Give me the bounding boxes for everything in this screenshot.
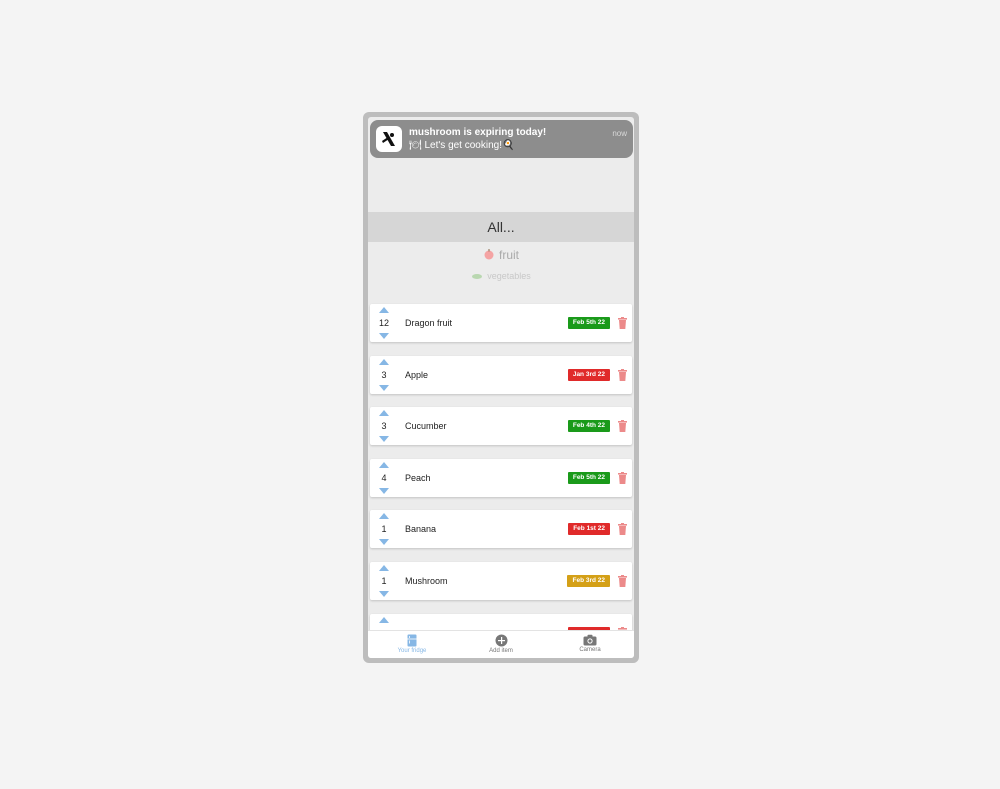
plus-circle-icon	[495, 634, 507, 647]
tab-label: Add item	[489, 648, 513, 654]
camera-icon	[583, 634, 597, 646]
decrement-icon[interactable]	[379, 436, 389, 443]
tab-add-item[interactable]: Add item	[457, 634, 545, 654]
expiry-date-badge: Feb 1st 22	[568, 523, 610, 536]
quantity-value: 3	[381, 369, 387, 380]
list-item[interactable]: 4 Peach Feb 5th 22	[370, 458, 632, 497]
list-item[interactable]: 1 Banana Feb 1st 22	[370, 510, 632, 549]
list-item[interactable]: 3 Apple Jan 3rd 22	[370, 355, 632, 394]
app-logo-icon	[376, 126, 402, 152]
list-item[interactable]: 3 Cucumber Feb 4th 22	[370, 407, 632, 446]
trash-icon[interactable]	[618, 368, 627, 381]
quantity-value: 12	[378, 318, 389, 328]
category-option-label: fruit	[498, 248, 519, 262]
trash-icon[interactable]	[618, 420, 627, 433]
category-option-label: vegetables	[487, 271, 531, 281]
decrement-icon[interactable]	[379, 539, 389, 546]
expiry-date-badge: Feb 5th 22	[567, 471, 610, 484]
increment-icon[interactable]	[379, 513, 389, 520]
expiry-date-badge: Feb 3rd 22	[567, 574, 610, 587]
trash-icon[interactable]	[618, 523, 627, 536]
expiry-date-badge: Feb 4th 22	[567, 420, 610, 433]
tab-label: Your fridge	[397, 648, 427, 654]
notification-title: mushroom is expiring today!	[409, 127, 547, 138]
quantity-stepper[interactable]: 4	[375, 461, 393, 494]
quantity-stepper[interactable]: 3	[375, 358, 393, 391]
category-option-vegetables[interactable]: vegetables	[368, 271, 634, 282]
tab-camera[interactable]: Camera	[546, 634, 634, 653]
tab-label: Camera	[579, 647, 601, 653]
notification-time: now	[612, 129, 627, 138]
fridge-icon	[407, 634, 417, 647]
item-name: Apple	[405, 369, 429, 380]
quantity-value: 4	[381, 472, 387, 483]
item-name: Dragon fruit	[405, 318, 453, 328]
carrot-icon	[471, 272, 483, 282]
quantity-stepper[interactable]: 3	[375, 410, 393, 443]
tab-your-fridge[interactable]: Your fridge	[368, 634, 456, 654]
notification-body: 🍽 Let's get cooking!🍳	[409, 140, 515, 151]
expiry-date-badge: Feb 5th 22	[567, 317, 610, 329]
item-name: Banana	[405, 524, 437, 535]
fridge-item-list: 12 Dragon fruit Feb 5th 22 3 Apple Jan 3…	[370, 304, 632, 658]
quantity-stepper[interactable]: 1	[375, 564, 393, 597]
increment-icon[interactable]	[379, 564, 389, 571]
decrement-icon[interactable]	[379, 384, 389, 391]
notification-banner[interactable]: mushroom is expiring today! 🍽 Let's get …	[370, 120, 633, 158]
category-picker-selected[interactable]: All...	[368, 212, 634, 242]
phone-frame: mushroom is expiring today! 🍽 Let's get …	[363, 112, 639, 663]
increment-icon[interactable]	[379, 410, 389, 417]
item-name: Mushroom	[405, 575, 448, 586]
category-option-fruit[interactable]: fruit	[368, 248, 634, 263]
trash-icon[interactable]	[618, 317, 627, 329]
app-screen: mushroom is expiring today! 🍽 Let's get …	[368, 117, 634, 658]
decrement-icon[interactable]	[379, 487, 389, 494]
item-name: Peach	[405, 472, 431, 483]
increment-icon[interactable]	[379, 461, 389, 468]
increment-icon[interactable]	[379, 358, 389, 365]
quantity-stepper[interactable]: 12	[375, 307, 393, 339]
apple-icon	[483, 248, 495, 263]
quantity-value: 1	[381, 524, 387, 535]
decrement-icon[interactable]	[379, 333, 389, 339]
increment-icon[interactable]	[379, 307, 389, 313]
list-item[interactable]: 1 Mushroom Feb 3rd 22	[370, 561, 632, 600]
list-item[interactable]: 12 Dragon fruit Feb 5th 22	[370, 304, 632, 342]
trash-icon[interactable]	[618, 574, 627, 587]
quantity-value: 3	[381, 421, 387, 432]
quantity-value: 1	[381, 575, 387, 586]
trash-icon[interactable]	[618, 471, 627, 484]
item-name: Cucumber	[405, 421, 447, 432]
bottom-tab-bar: Your fridge Add item Camera	[368, 630, 634, 658]
expiry-date-badge: Jan 3rd 22	[567, 368, 610, 381]
increment-icon[interactable]	[379, 616, 389, 623]
decrement-icon[interactable]	[379, 590, 389, 597]
quantity-stepper[interactable]: 1	[375, 513, 393, 546]
